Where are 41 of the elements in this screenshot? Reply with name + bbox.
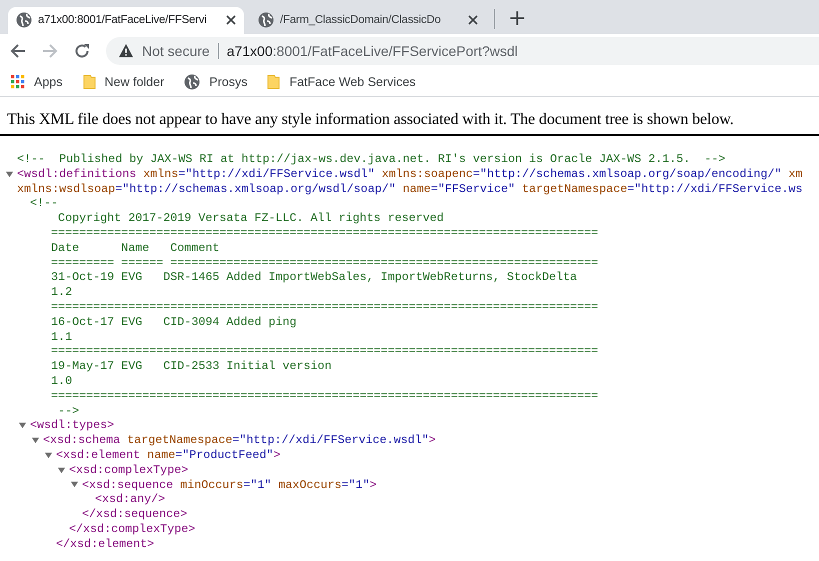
bookmark-item[interactable]: New folder [82, 74, 164, 90]
folder-icon [267, 74, 280, 90]
apps-grid-icon [11, 74, 25, 88]
bookmark-item[interactable]: Apps [11, 74, 62, 88]
back-arrow-icon[interactable] [10, 42, 26, 58]
collapse-triangle-icon[interactable] [31, 436, 40, 446]
xml-line: <xsd:any/> [95, 492, 166, 508]
xml-line: <xsd:complexType> [69, 462, 188, 478]
reload-icon[interactable] [74, 42, 90, 58]
xml-line: <wsdl:types> [30, 418, 114, 434]
collapse-triangle-icon[interactable] [57, 466, 66, 475]
collapse-triangle-icon[interactable] [44, 450, 53, 460]
collapse-triangle-icon[interactable] [5, 170, 14, 179]
xml-line: <wsdl:definitions xmlns="http://xdi/FFService.wsdl" xmlns:soapenc="http://schemas.xmlsoap.org/soap/encoding/" xm [17, 166, 803, 182]
security-label[interactable]: Not secure [142, 42, 210, 58]
new-tab-button[interactable]: + [503, 5, 532, 33]
xml-comment: <!-- Copyright 2017-2019 Versata FZ-LLC. All rights reserved ============================================================================== Date Name Comment ========= ====== ============================================================= 31-Oct-19 EVG DSR-1465 Added ImportWebSales, ImportWebReturns, StockDelta 1.2 ============================================================================== 16-Oct-17 EVG CID-3094 Added ping 1.1 ============================================================================== 19-May-17 EVG CID-2533 Initial version 1.0 ============================================================================== --> [30, 196, 600, 418]
warning-icon [118, 43, 134, 58]
bookmark-item[interactable]: FatFace Web Services [267, 74, 416, 90]
xml-line: <xsd:sequence minOccurs="1" maxOccurs="1"> [82, 478, 377, 492]
bookmark-item[interactable]: Prosys [184, 74, 248, 90]
collapse-triangle-icon[interactable] [18, 421, 27, 430]
xml-line: xmlns:wsdlsoap="http://schemas.xmlsoap.org/wsdl/soap/" name="FFService" targetNamespace="http://xdi/FFService.ws [17, 182, 803, 196]
globe-icon [258, 12, 274, 28]
xml-line: </xsd:element> [56, 536, 154, 552]
folder-icon [82, 74, 96, 90]
close-icon[interactable] [468, 14, 478, 24]
xml-line: <xsd:element name="ProductFeed"> [56, 448, 280, 463]
xml-line: <xsd:schema targetNamespace="http://xdi/FFService.wsdl"> [43, 433, 436, 448]
close-icon[interactable] [226, 14, 236, 24]
globe-icon [184, 74, 200, 90]
xml-line: </xsd:sequence> [82, 507, 188, 522]
browser-tab[interactable]: /Farm_ClassicDomain/ClassicDo [250, 7, 486, 34]
notice-text: This XML file does not appear to have any style information associated with it. The document tree is shown below. [0, 97, 819, 136]
xml-line: </xsd:complexType> [69, 522, 196, 537]
xml-comment: <!-- Published by JAX-WS RI at http://jax-ws.dev.java.net. RI's version is Oracle JAX-WS 2.1.5. --> [17, 152, 726, 167]
address-bar[interactable]: Not secure a71x00:8001/FatFaceLive/FFServicePort?wsdl [106, 36, 819, 64]
collapse-triangle-icon[interactable] [70, 480, 79, 490]
browser-tab[interactable]: a71x00:8001/FatFaceLive/FFServi [8, 7, 244, 34]
globe-icon [16, 12, 32, 28]
url-text: a71x00:8001/FatFaceLive/FFServicePort?wsdl [226, 42, 518, 58]
